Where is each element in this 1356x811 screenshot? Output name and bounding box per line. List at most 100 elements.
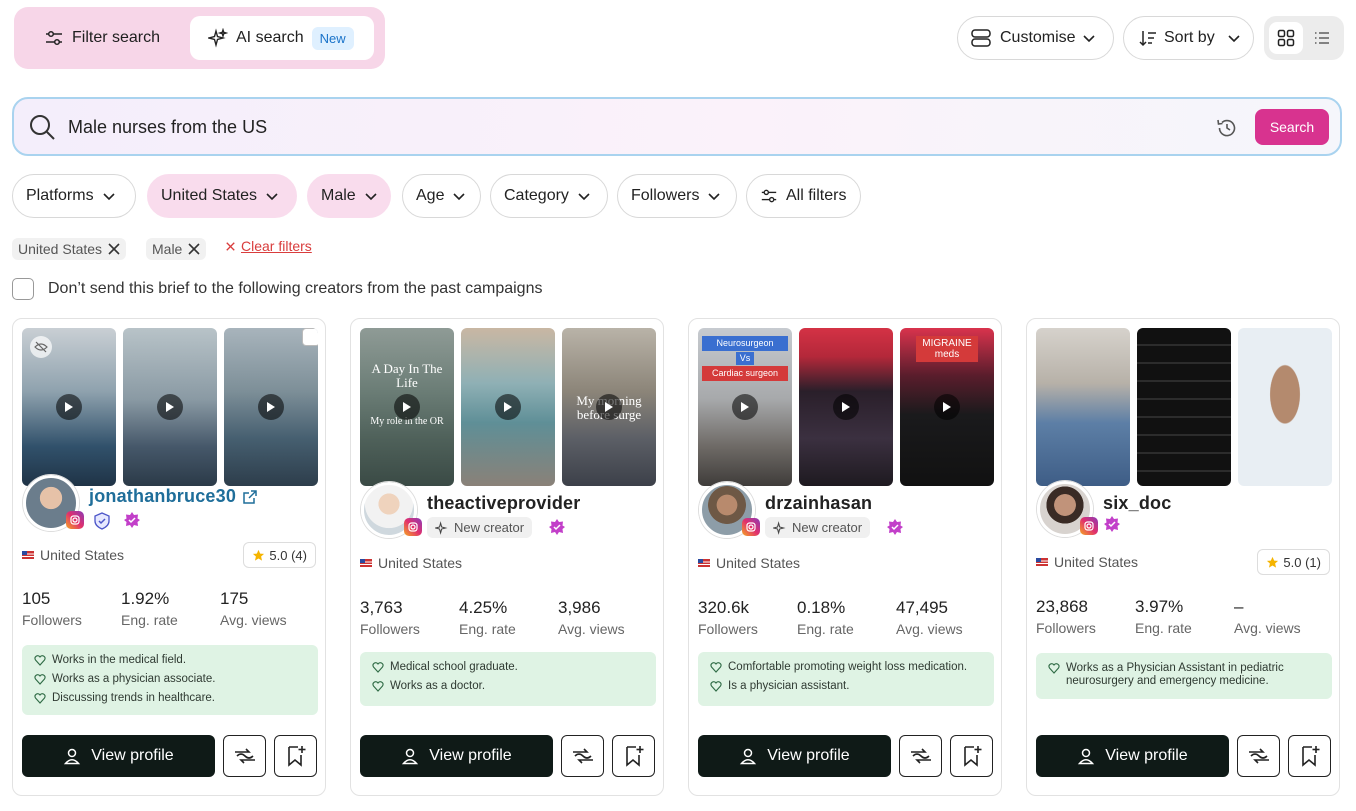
compare-button[interactable] [561,735,604,777]
video-thumbnail[interactable] [123,328,217,486]
note-text: Medical school graduate. [390,661,518,673]
chevron-down-icon [578,193,590,201]
chip-label: Male [152,241,183,257]
avg-views-value: 47,495 [896,598,948,617]
save-to-list-button[interactable] [612,735,655,777]
close-icon[interactable] [188,243,200,255]
chevron-down-icon [365,193,377,201]
view-profile-button[interactable]: View profile [1036,735,1229,777]
play-icon [495,394,521,420]
video-thumbnail[interactable] [799,328,893,486]
compare-icon [234,748,255,764]
creator-card[interactable]: jonathanbruce30 United States 5.0 (4) 10… [12,318,326,796]
platforms-filter-label: Platforms [26,187,94,204]
category-filter[interactable]: Category [490,174,608,218]
rating-badge: 5.0 (1) [1257,549,1330,575]
grid-view-button[interactable] [1269,22,1303,54]
creator-username[interactable]: theactiveprovider [427,493,580,514]
instagram-icon [1080,517,1098,535]
bookmark-add-icon [287,746,305,767]
image-thumbnail[interactable] [1137,328,1231,486]
video-thumbnail[interactable] [224,328,318,486]
location-text: United States [40,547,125,563]
chevron-down-icon [1228,35,1240,43]
creator-card[interactable]: A Day In The Life My role in the OR My m… [350,318,664,796]
history-icon[interactable] [1216,117,1238,139]
creator-username[interactable]: drzainhasan [765,493,872,514]
all-filters-button[interactable]: All filters [746,174,861,218]
external-link-icon[interactable] [242,489,258,505]
play-icon [934,394,960,420]
close-icon[interactable] [108,243,120,255]
note-text: Comfortable promoting weight loss medica… [728,661,968,673]
video-thumbnail[interactable]: MIGRAINE meds [900,328,994,486]
exclude-past-creators-checkbox[interactable] [12,278,34,300]
view-profile-button[interactable]: View profile [698,735,891,777]
ai-search-tab[interactable]: AI search New [190,16,374,60]
user-icon [402,748,419,765]
image-thumbnail[interactable] [1238,328,1332,486]
creator-username[interactable]: jonathanbruce30 [89,486,258,507]
video-thumbnail[interactable]: My morning before surge [562,328,656,486]
search-bar: Male nurses from the US Search [12,97,1342,156]
followers-label: Followers [698,621,758,637]
video-thumbnail[interactable] [461,328,555,486]
chevron-down-icon [1083,35,1095,43]
location-text: United States [1054,554,1139,570]
compare-button[interactable] [223,735,266,777]
filter-search-tab[interactable]: Filter search [22,16,182,60]
category-filter-label: Category [504,187,569,204]
search-input[interactable]: Male nurses from the US [68,117,267,138]
customise-button[interactable]: Customise [957,16,1114,60]
heart-check-icon [34,674,46,685]
ai-match-notes: Works as a Physician Assistant in pediat… [1036,653,1332,699]
video-thumbnail[interactable]: A Day In The Life My role in the OR [360,328,454,486]
search-button[interactable]: Search [1255,109,1329,145]
save-to-list-button[interactable] [950,735,993,777]
location-text: United States [716,555,801,571]
sliders-icon [46,30,62,46]
play-icon [732,394,758,420]
followers-value: 23,868 [1036,597,1088,616]
list-view-button[interactable] [1305,22,1339,54]
note-text: Discussing trends in healthcare. [52,692,215,704]
video-thumbnail[interactable] [22,328,116,486]
heart-check-icon [710,662,722,673]
creator-card[interactable]: six_doc United States 5.0 (1) 23,868 Foll… [1026,318,1340,796]
sort-by-button[interactable]: Sort by [1123,16,1254,60]
image-thumbnail[interactable] [1036,328,1130,486]
followers-label: Followers [360,621,420,637]
age-filter[interactable]: Age [402,174,481,218]
creator-username[interactable]: six_doc [1103,493,1171,514]
hidden-eye-icon[interactable] [30,336,52,358]
platforms-filter[interactable]: Platforms [12,174,136,218]
shield-badge-icon [94,512,110,530]
compare-button[interactable] [1237,735,1280,777]
search-icon [30,115,55,140]
instagram-icon [742,518,760,536]
followers-filter[interactable]: Followers [617,174,737,218]
list-icon [1315,32,1329,44]
sparkle-icon [208,28,228,48]
save-to-list-button[interactable] [1288,735,1331,777]
clear-filters-link[interactable]: Clear filters [226,238,312,254]
view-profile-button[interactable]: View profile [22,735,215,777]
creator-stats: 23,868 Followers 3.97% Eng. rate – Avg. vie… [1036,597,1333,636]
verified-star-icon [887,519,903,535]
rating-text: 5.0 (4) [269,547,307,563]
view-profile-button[interactable]: View profile [360,735,553,777]
verified-star-icon [124,512,140,528]
top-bar: Filter search AI search New Customise So… [0,0,1356,80]
country-filter[interactable]: United States [147,174,297,218]
save-to-list-button[interactable] [274,735,317,777]
avg-views-stat: – Avg. views [1234,597,1333,636]
compare-button[interactable] [899,735,942,777]
video-thumbnail[interactable]: Neurosurgeon Vs Cardiac surgeon [698,328,792,486]
select-checkbox[interactable] [302,328,318,346]
eng-rate-value: 1.92% [121,589,170,608]
gender-filter[interactable]: Male [307,174,391,218]
thumbnail-caption: Cardiac surgeon [702,366,788,381]
creator-card[interactable]: Neurosurgeon Vs Cardiac surgeon MIGRAINE… [688,318,1002,796]
heart-check-icon [34,693,46,704]
customise-label: Customise [1000,29,1076,46]
